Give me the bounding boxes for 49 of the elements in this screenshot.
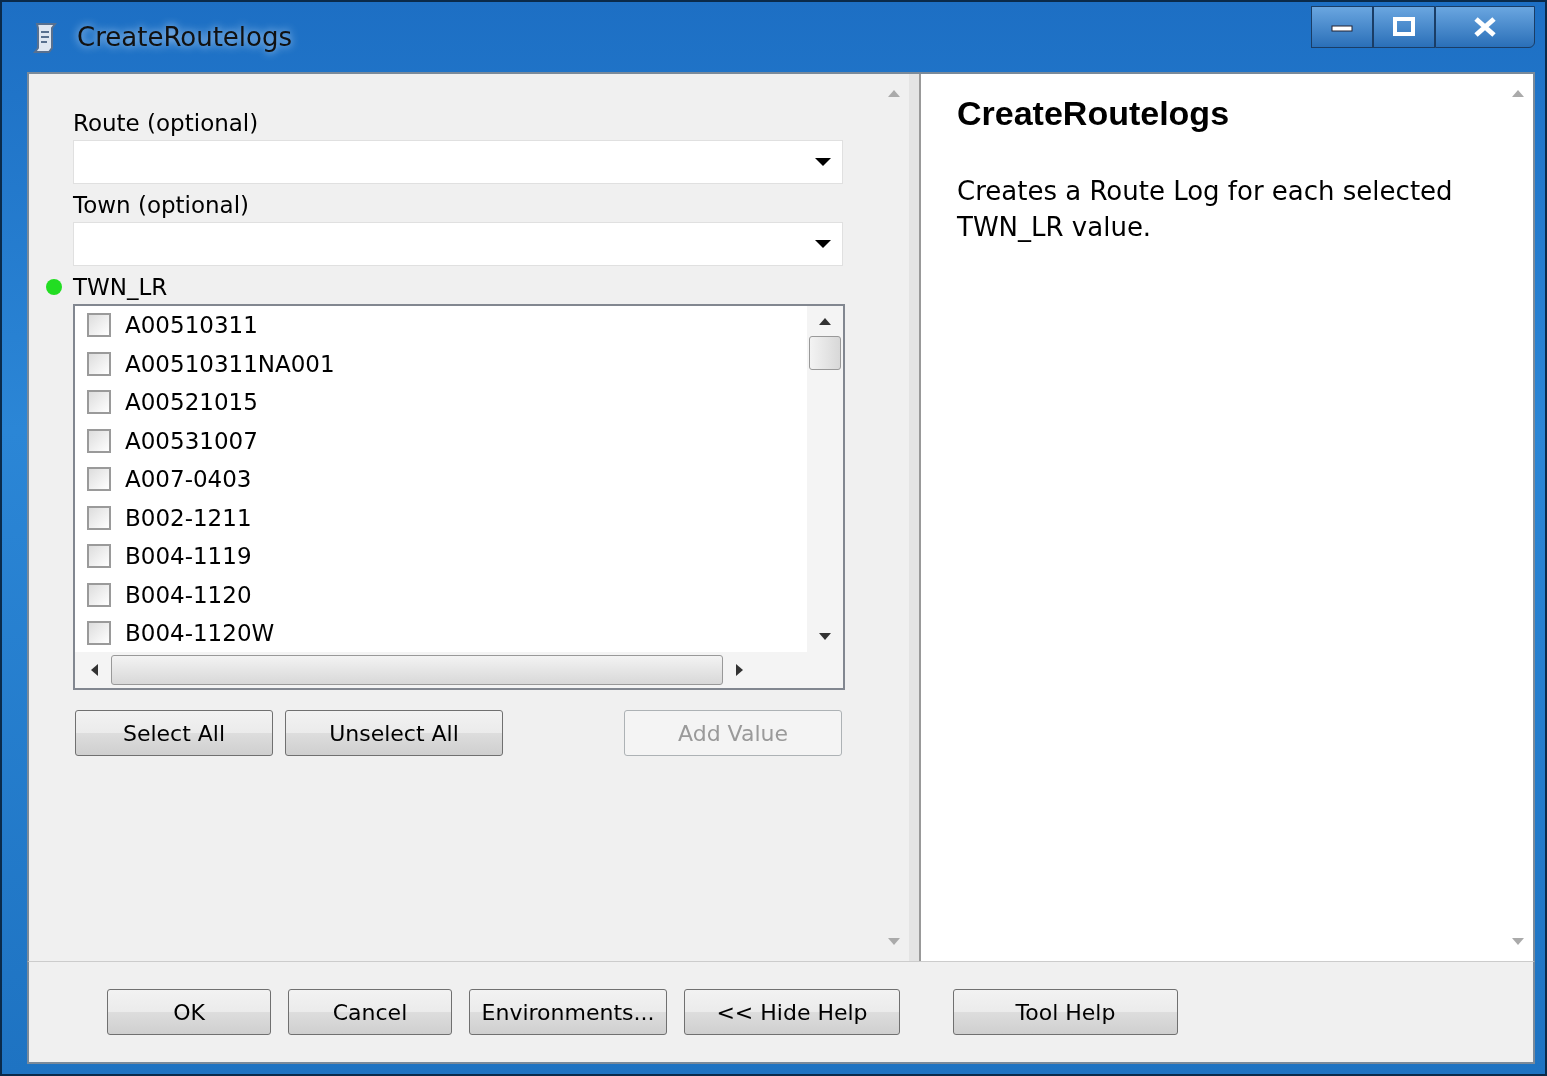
dropdown-arrow-icon [814, 239, 832, 249]
close-icon [1472, 16, 1498, 38]
help-title: CreateRoutelogs [957, 94, 1231, 133]
scroll-right-icon[interactable] [735, 663, 745, 677]
dialog-button[interactable]: Tool Help [953, 989, 1178, 1035]
dropdown-field[interactable] [73, 140, 843, 184]
dropdown-field[interactable] [73, 222, 843, 266]
scroll-up-icon[interactable] [818, 316, 832, 326]
checklist-item[interactable]: B004-1120 [125, 581, 252, 608]
checklist-item[interactable]: B004-1120W [125, 620, 275, 647]
parameter-label: Town (optional) [73, 192, 250, 218]
dropdown-arrow-icon [814, 157, 832, 167]
checklist-item[interactable]: B004-1119 [125, 543, 252, 570]
checkbox[interactable] [87, 351, 111, 376]
minimize-button[interactable] [1311, 6, 1373, 48]
maximize-icon [1392, 17, 1416, 37]
checkbox[interactable] [87, 544, 111, 569]
scroll-down-icon[interactable] [818, 632, 832, 642]
checkbox[interactable] [87, 390, 111, 415]
close-button[interactable] [1435, 6, 1535, 48]
dialog-button[interactable]: Cancel [288, 989, 452, 1035]
checkbox[interactable] [87, 313, 111, 338]
dialog-button[interactable]: << Hide Help [684, 989, 900, 1035]
checklist-item[interactable]: A00531007 [125, 427, 258, 454]
scroll-left-icon[interactable] [89, 663, 99, 677]
checklist-item[interactable]: A00510311 [125, 312, 258, 339]
checkbox[interactable] [87, 582, 111, 607]
checklist-item[interactable]: A007-0403 [125, 466, 252, 493]
dialog-button[interactable]: Environments... [469, 989, 667, 1035]
minimize-icon [1330, 22, 1354, 32]
vertical-scrollbar[interactable] [807, 306, 843, 652]
checkbox[interactable] [87, 467, 111, 492]
parameter-label: Route (optional) [73, 110, 259, 136]
dialog-button[interactable]: OK [107, 989, 271, 1035]
parameter-label: TWN_LR [73, 274, 168, 300]
checklist-item[interactable]: A00510311NA001 [125, 350, 335, 377]
checkbox[interactable] [87, 621, 111, 646]
scroll-thumb[interactable] [809, 336, 841, 370]
list-button[interactable]: Select All [75, 710, 273, 756]
checkbox[interactable] [87, 428, 111, 453]
horizontal-scrollbar[interactable] [75, 652, 843, 688]
scroll-thumb[interactable] [111, 655, 723, 685]
checklist-item[interactable]: B002-1211 [125, 504, 252, 531]
checklist-item[interactable]: A00521015 [125, 389, 258, 416]
window-title: CreateRoutelogs [77, 22, 293, 52]
maximize-button[interactable] [1373, 6, 1435, 48]
help-text: Creates a Route Log for each selected TWN_LR value. [957, 175, 1454, 244]
list-button[interactable]: Unselect All [285, 710, 503, 756]
checkbox[interactable] [87, 505, 111, 530]
